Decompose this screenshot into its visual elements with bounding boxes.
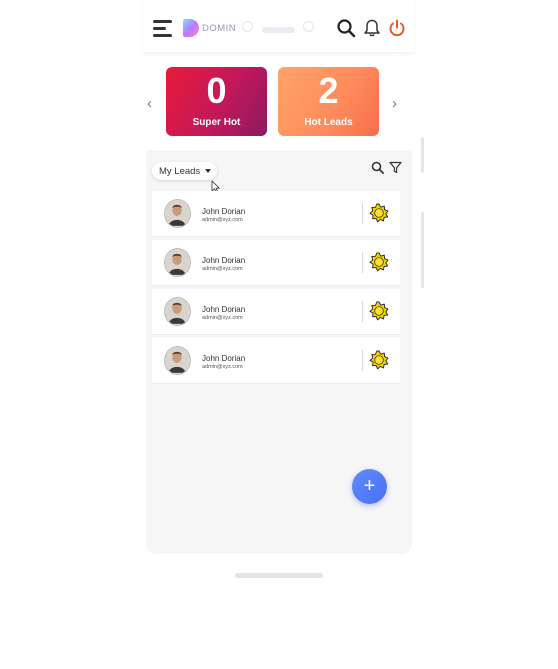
scrollbar[interactable] bbox=[421, 212, 424, 288]
lead-email: admin@xyz.com bbox=[202, 364, 243, 370]
lead-email: admin@xyz.com bbox=[202, 315, 243, 321]
hot-leads-count: 2 bbox=[318, 70, 339, 111]
lead-name: John Dorian bbox=[202, 354, 246, 363]
list-search-icon[interactable] bbox=[371, 161, 384, 174]
hot-leads-card[interactable]: 2 Hot Leads bbox=[278, 67, 379, 136]
logo-text: DOMIN bbox=[202, 22, 237, 34]
menu-icon[interactable] bbox=[153, 20, 172, 37]
avatar bbox=[164, 248, 191, 277]
app-logo: DOMIN bbox=[183, 19, 236, 37]
lead-list-item[interactable]: John Dorian admin@xyz.com bbox=[152, 289, 400, 335]
next-arrow-icon[interactable]: › bbox=[392, 95, 397, 112]
lead-list-item[interactable]: John Dorian admin@xyz.com bbox=[152, 338, 400, 384]
avatar bbox=[164, 199, 191, 228]
home-indicator bbox=[235, 573, 323, 578]
sun-badge-icon[interactable] bbox=[369, 203, 389, 223]
power-icon[interactable] bbox=[387, 18, 407, 38]
loading-bar bbox=[262, 27, 295, 33]
lead-email: admin@xyz.com bbox=[202, 266, 243, 272]
super-hot-label: Super Hot bbox=[192, 117, 241, 128]
row-divider bbox=[362, 350, 363, 371]
avatar bbox=[164, 346, 191, 375]
row-divider bbox=[362, 252, 363, 273]
chevron-down-icon bbox=[205, 169, 212, 173]
sun-badge-icon[interactable] bbox=[369, 301, 389, 321]
row-divider bbox=[362, 203, 363, 224]
loading-dot-icon bbox=[303, 21, 314, 32]
bell-icon[interactable] bbox=[362, 18, 382, 38]
lead-name: John Dorian bbox=[202, 305, 246, 314]
lead-name: John Dorian bbox=[202, 256, 246, 265]
lead-list-item[interactable]: John Dorian admin@xyz.com bbox=[152, 191, 400, 237]
leads-filter-dropdown[interactable]: My Leads bbox=[152, 162, 217, 180]
logo-mark-icon bbox=[183, 19, 199, 37]
lead-email: admin@xyz.com bbox=[202, 217, 243, 223]
loading-dot-icon bbox=[242, 21, 253, 32]
person-icon bbox=[165, 298, 189, 324]
lead-list-item[interactable]: John Dorian admin@xyz.com bbox=[152, 240, 400, 286]
super-hot-card[interactable]: 0 Super Hot bbox=[166, 67, 267, 136]
sun-badge-icon[interactable] bbox=[369, 252, 389, 272]
phone-screen: DOMIN ‹ 0 Super Hot 2 Hot Leads › My Lea… bbox=[143, 0, 415, 590]
person-icon bbox=[165, 249, 189, 275]
scrollbar[interactable] bbox=[421, 137, 424, 173]
hot-leads-label: Hot Leads bbox=[304, 117, 353, 128]
person-icon bbox=[165, 347, 189, 373]
leads-filter-value: My Leads bbox=[159, 165, 201, 177]
app-bar: DOMIN bbox=[143, 0, 415, 52]
add-lead-button[interactable]: + bbox=[352, 469, 387, 504]
super-hot-count: 0 bbox=[206, 70, 227, 111]
person-icon bbox=[165, 200, 189, 226]
search-icon[interactable] bbox=[336, 18, 356, 38]
sun-badge-icon[interactable] bbox=[369, 350, 389, 370]
row-divider bbox=[362, 301, 363, 322]
lead-name: John Dorian bbox=[202, 207, 246, 216]
prev-arrow-icon[interactable]: ‹ bbox=[147, 95, 152, 112]
filter-icon[interactable] bbox=[389, 161, 402, 174]
avatar bbox=[164, 297, 191, 326]
